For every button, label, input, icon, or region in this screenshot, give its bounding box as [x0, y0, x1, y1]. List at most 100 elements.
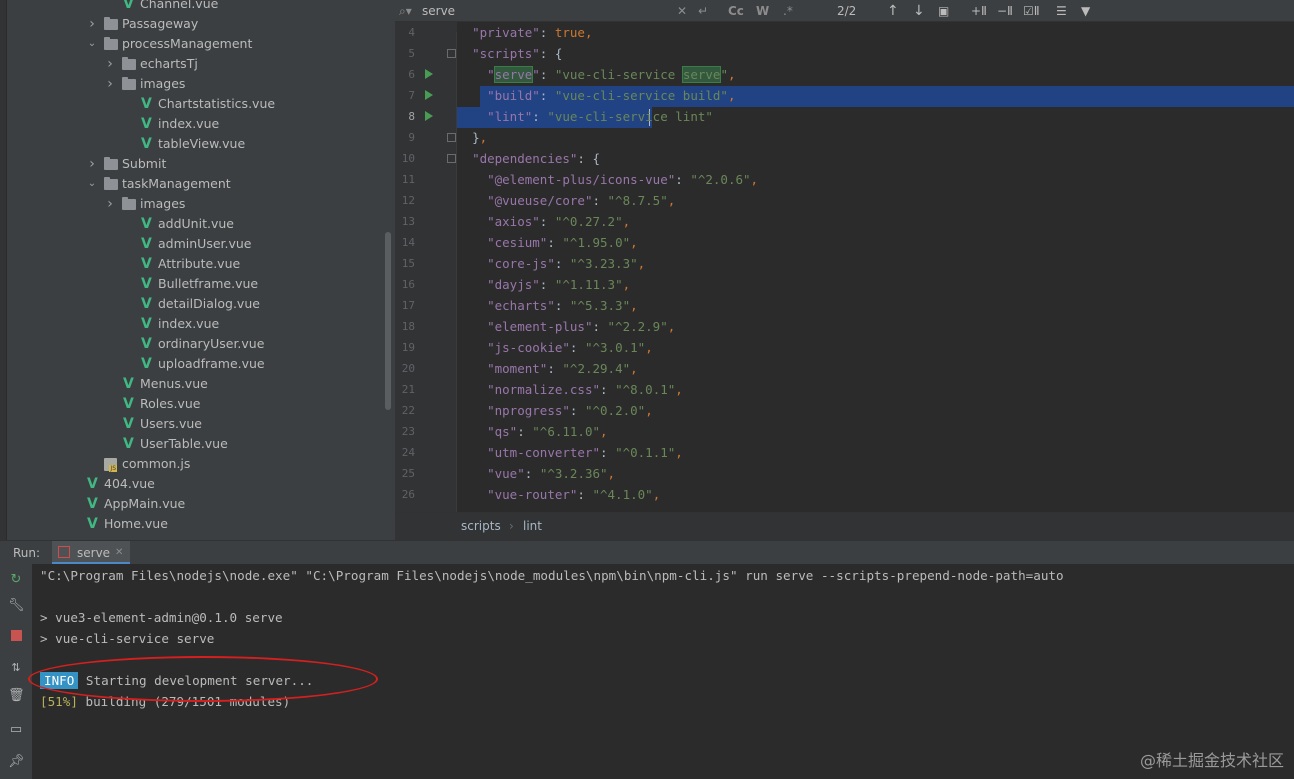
tree-folder[interactable]: › echartsTj — [0, 54, 385, 74]
rerun-icon[interactable]: ↻ — [8, 572, 24, 588]
remove-occurrence-icon[interactable]: −Ⅱ — [997, 0, 1013, 22]
run-script-icon[interactable] — [425, 90, 433, 100]
tree-file[interactable]: common.js — [0, 454, 385, 474]
tree-item-label: Roles.vue — [140, 396, 201, 411]
pin-window-icon[interactable]: ☰ — [1056, 0, 1067, 22]
add-occurrence-icon[interactable]: +Ⅱ — [971, 0, 987, 22]
vue-file-icon: V — [141, 236, 152, 252]
line-number: 7 — [408, 89, 415, 102]
tree-item-label: Menus.vue — [140, 376, 208, 391]
tree-item-label: index.vue — [158, 316, 220, 331]
search-icon[interactable]: ⌕▾ — [399, 0, 412, 22]
code-line: "private": true, — [472, 25, 593, 40]
tree-item-label: taskManagement — [122, 176, 231, 191]
folder-icon — [104, 177, 118, 190]
code-line: }, — [472, 130, 488, 145]
tree-file[interactable]: V Bulletframe.vue — [0, 274, 385, 294]
run-script-icon[interactable] — [425, 111, 433, 121]
next-occurrence-icon[interactable]: ↓ — [913, 0, 925, 22]
editor-gutter: 4 5 6 7 8 9 10 11 12 13 14 15 16 17 18 19 20 21 22 23 24 25 26 — [395, 22, 457, 512]
red-annotation-circle — [28, 656, 378, 702]
new-line-icon[interactable]: ↵ — [698, 0, 708, 22]
tree-file[interactable]: V Users.vue — [0, 414, 385, 434]
tree-file[interactable]: V AppMain.vue — [0, 494, 385, 514]
search-match: serve — [681, 66, 722, 83]
tree-folder[interactable]: › Submit — [0, 154, 385, 174]
tree-scrollbar[interactable] — [385, 232, 391, 410]
code-line: "axios": "^0.27.2", — [487, 214, 631, 229]
fold-marker-icon[interactable] — [447, 133, 456, 142]
chevron-right-icon[interactable]: › — [104, 54, 116, 74]
tree-file[interactable]: V Chartstatistics.vue — [0, 94, 385, 114]
vue-file-icon: V — [141, 256, 152, 272]
folder-icon — [122, 77, 136, 90]
tree-folder[interactable]: ⌄ processManagement — [0, 34, 385, 54]
tree-folder[interactable]: › Passageway — [0, 14, 385, 34]
vue-file-icon: V — [141, 316, 152, 332]
tree-file[interactable]: V Menus.vue — [0, 374, 385, 394]
stop-icon[interactable] — [8, 630, 24, 646]
tree-file[interactable]: Vindex.vue — [0, 114, 385, 134]
chevron-right-icon[interactable]: › — [86, 154, 98, 174]
code-line: "lint": "vue-cli-service lint" — [487, 109, 713, 124]
tree-item-label: Users.vue — [140, 416, 202, 431]
code-line: "vue-router": "^4.1.0", — [487, 487, 661, 502]
close-tab-icon[interactable]: ✕ — [115, 541, 123, 565]
breadcrumb-item-scripts[interactable]: scripts — [461, 513, 501, 540]
tree-file[interactable]: V Attribute.vue — [0, 254, 385, 274]
tree-file[interactable]: VtableView.vue — [0, 134, 385, 154]
trash-icon[interactable]: 🗑︎ — [8, 688, 25, 704]
tree-file[interactable]: V Roles.vue — [0, 394, 385, 414]
tree-file[interactable]: V Channel.vue — [0, 0, 385, 14]
code-line: "@element-plus/icons-vue": "^2.0.6", — [487, 172, 759, 187]
code-line: "utm-converter": "^0.1.1", — [487, 445, 683, 460]
tree-file[interactable]: VdetailDialog.vue — [0, 294, 385, 314]
tree-file[interactable]: V Home.vue — [0, 514, 385, 534]
select-occurrences-icon[interactable]: ☑Ⅱ — [1023, 0, 1040, 22]
chevron-down-icon[interactable]: ⌄ — [86, 174, 98, 194]
tree-file[interactable]: Vindex.vue — [0, 314, 385, 334]
chevron-right-icon[interactable]: › — [86, 14, 98, 34]
sort-icon[interactable]: ⇅ — [8, 660, 24, 676]
breadcrumb-item-lint[interactable]: lint — [523, 513, 542, 540]
tree-file[interactable]: VordinaryUser.vue — [0, 334, 385, 354]
words-toggle[interactable]: W — [756, 0, 769, 22]
tree-item-label: index.vue — [158, 116, 220, 131]
vue-file-icon: V — [141, 336, 152, 352]
tree-file[interactable]: V 404.vue — [0, 474, 385, 494]
chevron-right-icon[interactable]: › — [104, 74, 116, 94]
tab-serve[interactable]: serve ✕ — [52, 541, 130, 565]
wrench-icon[interactable]: 🔧︎ — [8, 598, 25, 614]
tree-file[interactable]: VaddUnit.vue — [0, 214, 385, 234]
line-number: 24 — [401, 446, 415, 459]
code-line: "nprogress": "^0.2.0", — [487, 403, 653, 418]
tree-file[interactable]: VadminUser.vue — [0, 234, 385, 254]
select-all-occurrences-icon[interactable]: ▣ — [938, 0, 949, 22]
tree-folder[interactable]: › images — [0, 194, 385, 214]
chevron-down-icon[interactable]: ⌄ — [86, 34, 98, 54]
console-cli-line: > vue-cli-service serve — [40, 631, 215, 646]
code-line: "js-cookie": "^3.0.1", — [487, 340, 653, 355]
pin-icon[interactable]: 📌︎ — [8, 754, 25, 770]
filter-icon[interactable]: ▼ — [1081, 0, 1090, 22]
chevron-right-icon[interactable]: › — [104, 194, 116, 214]
line-number: 18 — [401, 320, 415, 333]
console-command-line: "C:\Program Files\nodejs\node.exe" "C:\P… — [40, 568, 1064, 583]
regex-toggle[interactable]: .* — [783, 0, 793, 22]
fold-marker-icon[interactable] — [447, 49, 456, 58]
vue-file-icon: V — [141, 216, 152, 232]
tree-file[interactable]: Vuploadframe.vue — [0, 354, 385, 374]
previous-occurrence-icon[interactable]: ↑ — [887, 0, 899, 22]
run-script-icon[interactable] — [425, 69, 433, 79]
fold-marker-icon[interactable] — [447, 154, 456, 163]
tree-folder[interactable]: ⌄ taskManagement — [0, 174, 385, 194]
find-input[interactable]: serve — [422, 0, 455, 22]
tree-item-label: Bulletframe.vue — [158, 276, 259, 291]
line-number: 23 — [401, 425, 415, 438]
tree-folder[interactable]: › images — [0, 74, 385, 94]
code-editor[interactable]: ⌕▾ serve ✕ ↵ Cc W .* 2/2 ↑ ↓ ▣ +Ⅱ −Ⅱ ☑Ⅱ … — [395, 0, 1294, 540]
layout-icon[interactable]: ▭ — [8, 722, 24, 738]
clear-search-icon[interactable]: ✕ — [677, 0, 687, 22]
match-case-toggle[interactable]: Cc — [728, 0, 744, 22]
tree-file[interactable]: V UserTable.vue — [0, 434, 385, 454]
